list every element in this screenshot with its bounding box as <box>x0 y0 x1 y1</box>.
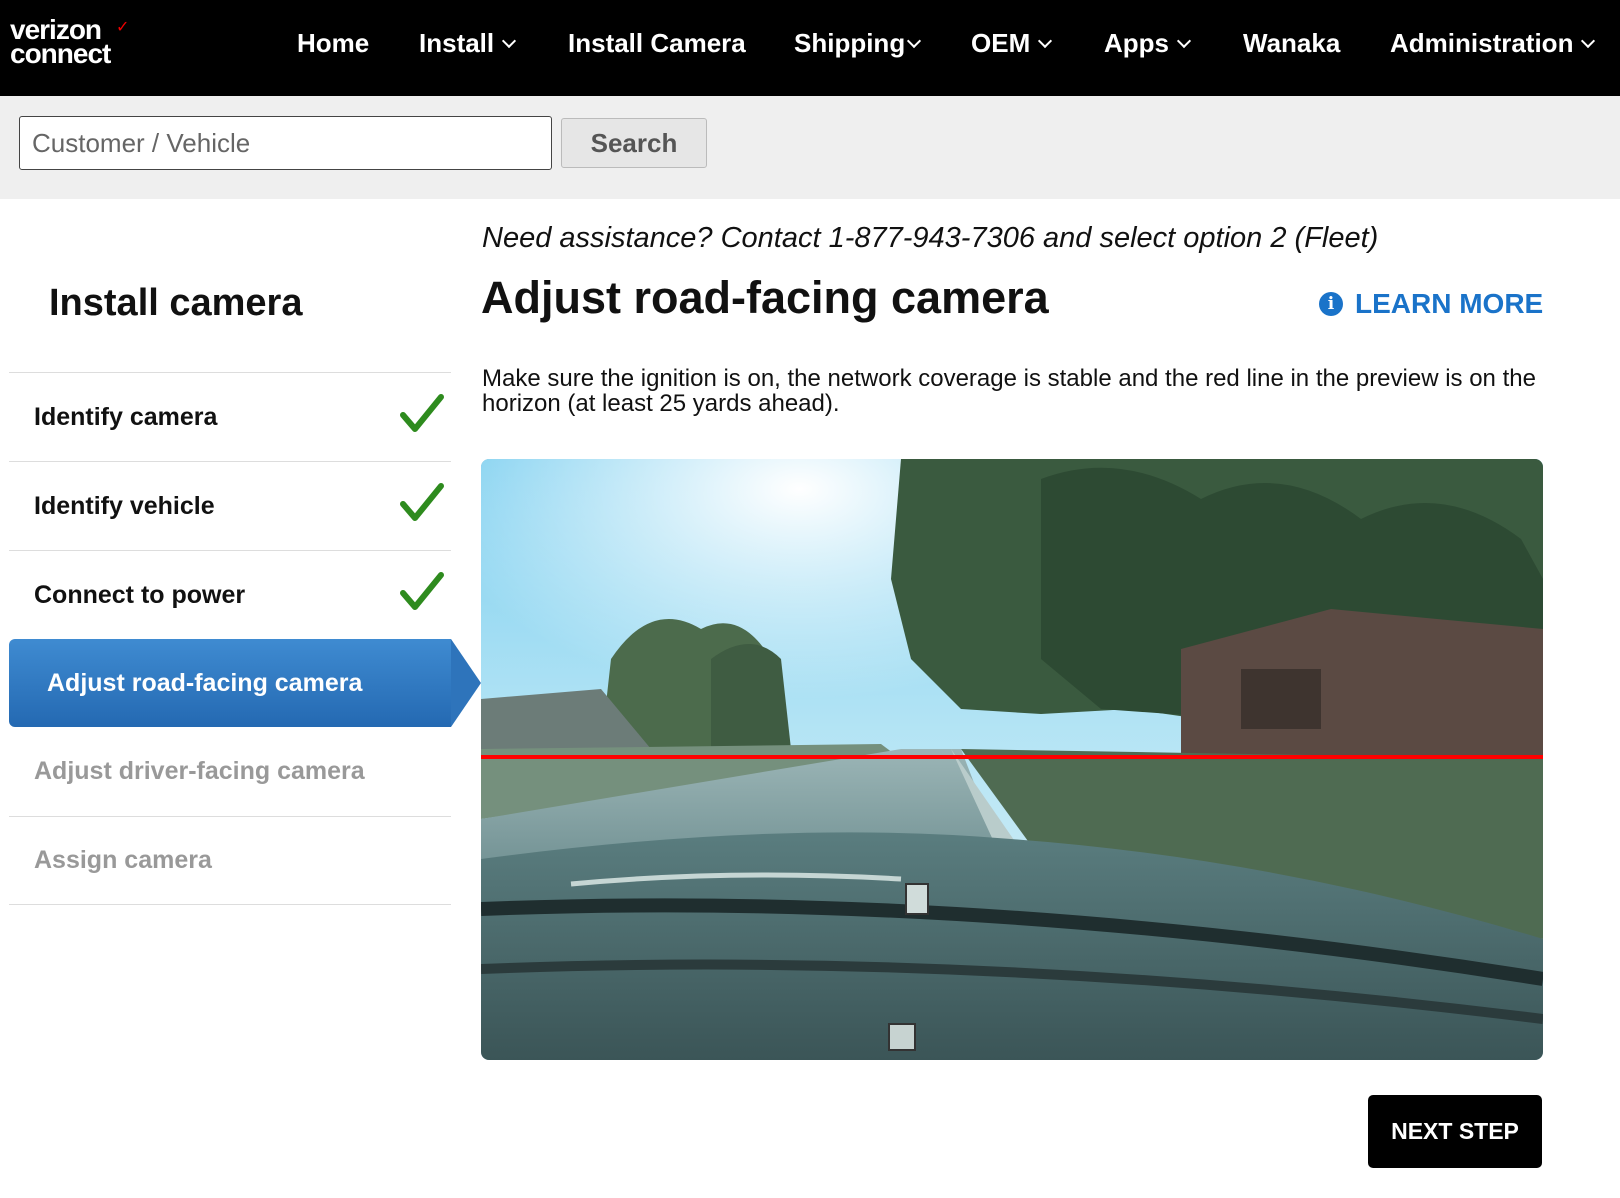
nav-administration[interactable]: Administration <box>1390 28 1596 59</box>
step-adjust-driver-facing-camera: Adjust driver-facing camera <box>9 727 451 816</box>
info-icon: i <box>1319 292 1343 316</box>
search-button[interactable]: Search <box>561 118 707 168</box>
step-identify-camera[interactable]: Identify camera <box>9 372 451 461</box>
step-label: Assign camera <box>34 846 212 874</box>
step-label: Connect to power <box>34 580 246 609</box>
chevron-down-icon <box>907 33 922 48</box>
nav-shipping-label: Shipping <box>794 28 906 58</box>
check-icon <box>400 483 444 521</box>
check-icon <box>400 572 444 610</box>
nav-install-camera-label: Install Camera <box>568 28 746 58</box>
nav-shipping[interactable]: Shipping <box>794 28 922 59</box>
road-camera-image <box>481 459 1543 1060</box>
search-bar: Search <box>0 96 1620 199</box>
horizon-guide-line <box>481 755 1543 759</box>
nav-install-camera[interactable]: Install Camera <box>568 28 746 59</box>
nav-apps[interactable]: Apps <box>1104 28 1192 59</box>
chevron-down-icon <box>1581 33 1596 48</box>
assistance-text: Need assistance? Contact 1-877-943-7306 … <box>482 222 1379 254</box>
page-title: Adjust road-facing camera <box>481 272 1049 323</box>
nav-administration-label: Administration <box>1390 28 1574 58</box>
next-step-button[interactable]: NEXT STEP <box>1368 1095 1542 1168</box>
step-label: Identify vehicle <box>34 491 215 520</box>
nav-apps-label: Apps <box>1104 28 1169 58</box>
nav-install-label: Install <box>419 28 495 58</box>
customer-vehicle-search-input[interactable] <box>19 116 552 170</box>
nav-install[interactable]: Install <box>419 28 517 59</box>
nav-wanaka-label: Wanaka <box>1243 28 1341 58</box>
top-nav-bar: verizon connect ✓ Home Install Install C… <box>0 0 1620 96</box>
step-assign-camera: Assign camera <box>9 816 451 905</box>
nav-oem-label: OEM <box>971 28 1031 58</box>
check-icon <box>400 394 444 432</box>
step-label: Adjust road-facing camera <box>47 668 363 697</box>
nav-wanaka[interactable]: Wanaka <box>1243 28 1340 59</box>
step-adjust-road-facing-camera[interactable]: Adjust road-facing camera <box>9 639 481 727</box>
step-label: Adjust driver-facing camera <box>34 757 365 785</box>
step-identify-vehicle[interactable]: Identify vehicle <box>9 461 451 550</box>
chevron-down-icon <box>502 33 517 48</box>
sidebar-title: Install camera <box>49 282 303 324</box>
nav-home[interactable]: Home <box>297 28 369 59</box>
nav-home-label: Home <box>297 28 370 58</box>
logo-check-icon: ✓ <box>116 19 130 36</box>
install-steps: Identify camera Identify vehicle Connect… <box>9 372 481 905</box>
learn-more-label: LEARN MORE <box>1355 288 1544 319</box>
nav-oem[interactable]: OEM <box>971 28 1053 59</box>
instructions-text: Make sure the ignition is on, the networ… <box>482 365 1536 417</box>
chevron-down-icon <box>1176 33 1192 48</box>
verizon-connect-logo[interactable]: verizon connect ✓ <box>10 16 129 69</box>
learn-more-link[interactable]: i LEARN MORE <box>1319 288 1543 320</box>
logo-line-2: connect <box>10 38 111 69</box>
chevron-down-icon <box>1038 33 1053 48</box>
camera-preview <box>481 459 1543 1060</box>
step-connect-to-power[interactable]: Connect to power <box>9 550 451 639</box>
step-label: Identify camera <box>34 402 218 431</box>
